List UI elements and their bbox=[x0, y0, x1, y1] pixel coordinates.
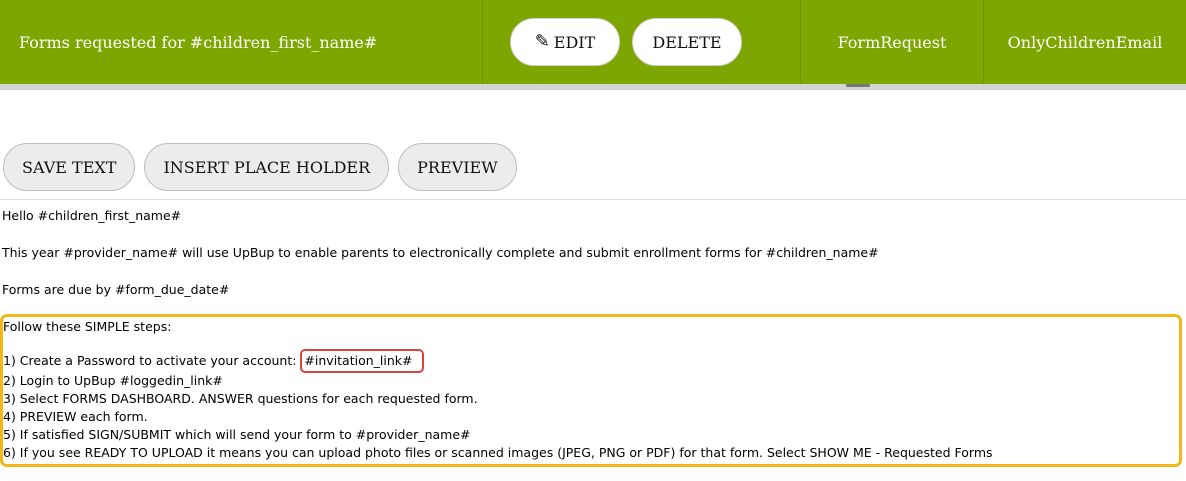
insert-placeholder-button[interactable]: INSERT PLACE HOLDER bbox=[144, 143, 390, 191]
edit-label: EDIT bbox=[553, 32, 596, 52]
pencil-icon: ✎ bbox=[534, 31, 550, 52]
step-1: 1) Create a Password to activate your ac… bbox=[3, 349, 424, 373]
top-bar: Forms requested for #children_first_name… bbox=[0, 0, 1186, 90]
resize-handle[interactable] bbox=[846, 84, 870, 87]
header-title: Forms requested for #children_first_name… bbox=[0, 0, 483, 84]
email-text-editor[interactable]: Hello #children_first_name# This year #p… bbox=[0, 199, 1186, 467]
steps-highlight-box: Follow these SIMPLE steps: 1) Create a P… bbox=[0, 314, 1182, 467]
steps-heading: Follow these SIMPLE steps: bbox=[3, 319, 172, 334]
invitation-link-placeholder: #invitation_link# bbox=[300, 349, 424, 373]
step-4: 4) PREVIEW each form. bbox=[3, 409, 148, 424]
tab-formrequest[interactable]: FormRequest bbox=[801, 0, 984, 84]
step-3: 3) Select FORMS DASHBOARD. ANSWER questi… bbox=[3, 391, 478, 406]
tab-onlychildrenemail[interactable]: OnlyChildrenEmail bbox=[984, 0, 1186, 84]
greeting-text: Hello #children_first_name# bbox=[2, 208, 182, 223]
step-1-text: 1) Create a Password to activate your ac… bbox=[3, 353, 301, 368]
header-actions: ✎ EDIT DELETE bbox=[483, 0, 801, 84]
step-6: 6) If you see READY TO UPLOAD it means y… bbox=[3, 445, 993, 460]
editor-toolbar: SAVE TEXT INSERT PLACE HOLDER PREVIEW bbox=[3, 143, 517, 191]
step-5: 5) If satisfied SIGN/SUBMIT which will s… bbox=[3, 427, 471, 442]
save-text-button[interactable]: SAVE TEXT bbox=[3, 143, 136, 191]
edit-button[interactable]: ✎ EDIT bbox=[510, 18, 620, 66]
delete-button[interactable]: DELETE bbox=[632, 18, 742, 66]
step-2: 2) Login to UpBup #loggedin_link# bbox=[3, 373, 223, 388]
preview-button[interactable]: PREVIEW bbox=[398, 143, 517, 191]
due-date-text: Forms are due by #form_due_date# bbox=[2, 282, 230, 297]
intro-text: This year #provider_name# will use UpBup… bbox=[2, 245, 879, 260]
